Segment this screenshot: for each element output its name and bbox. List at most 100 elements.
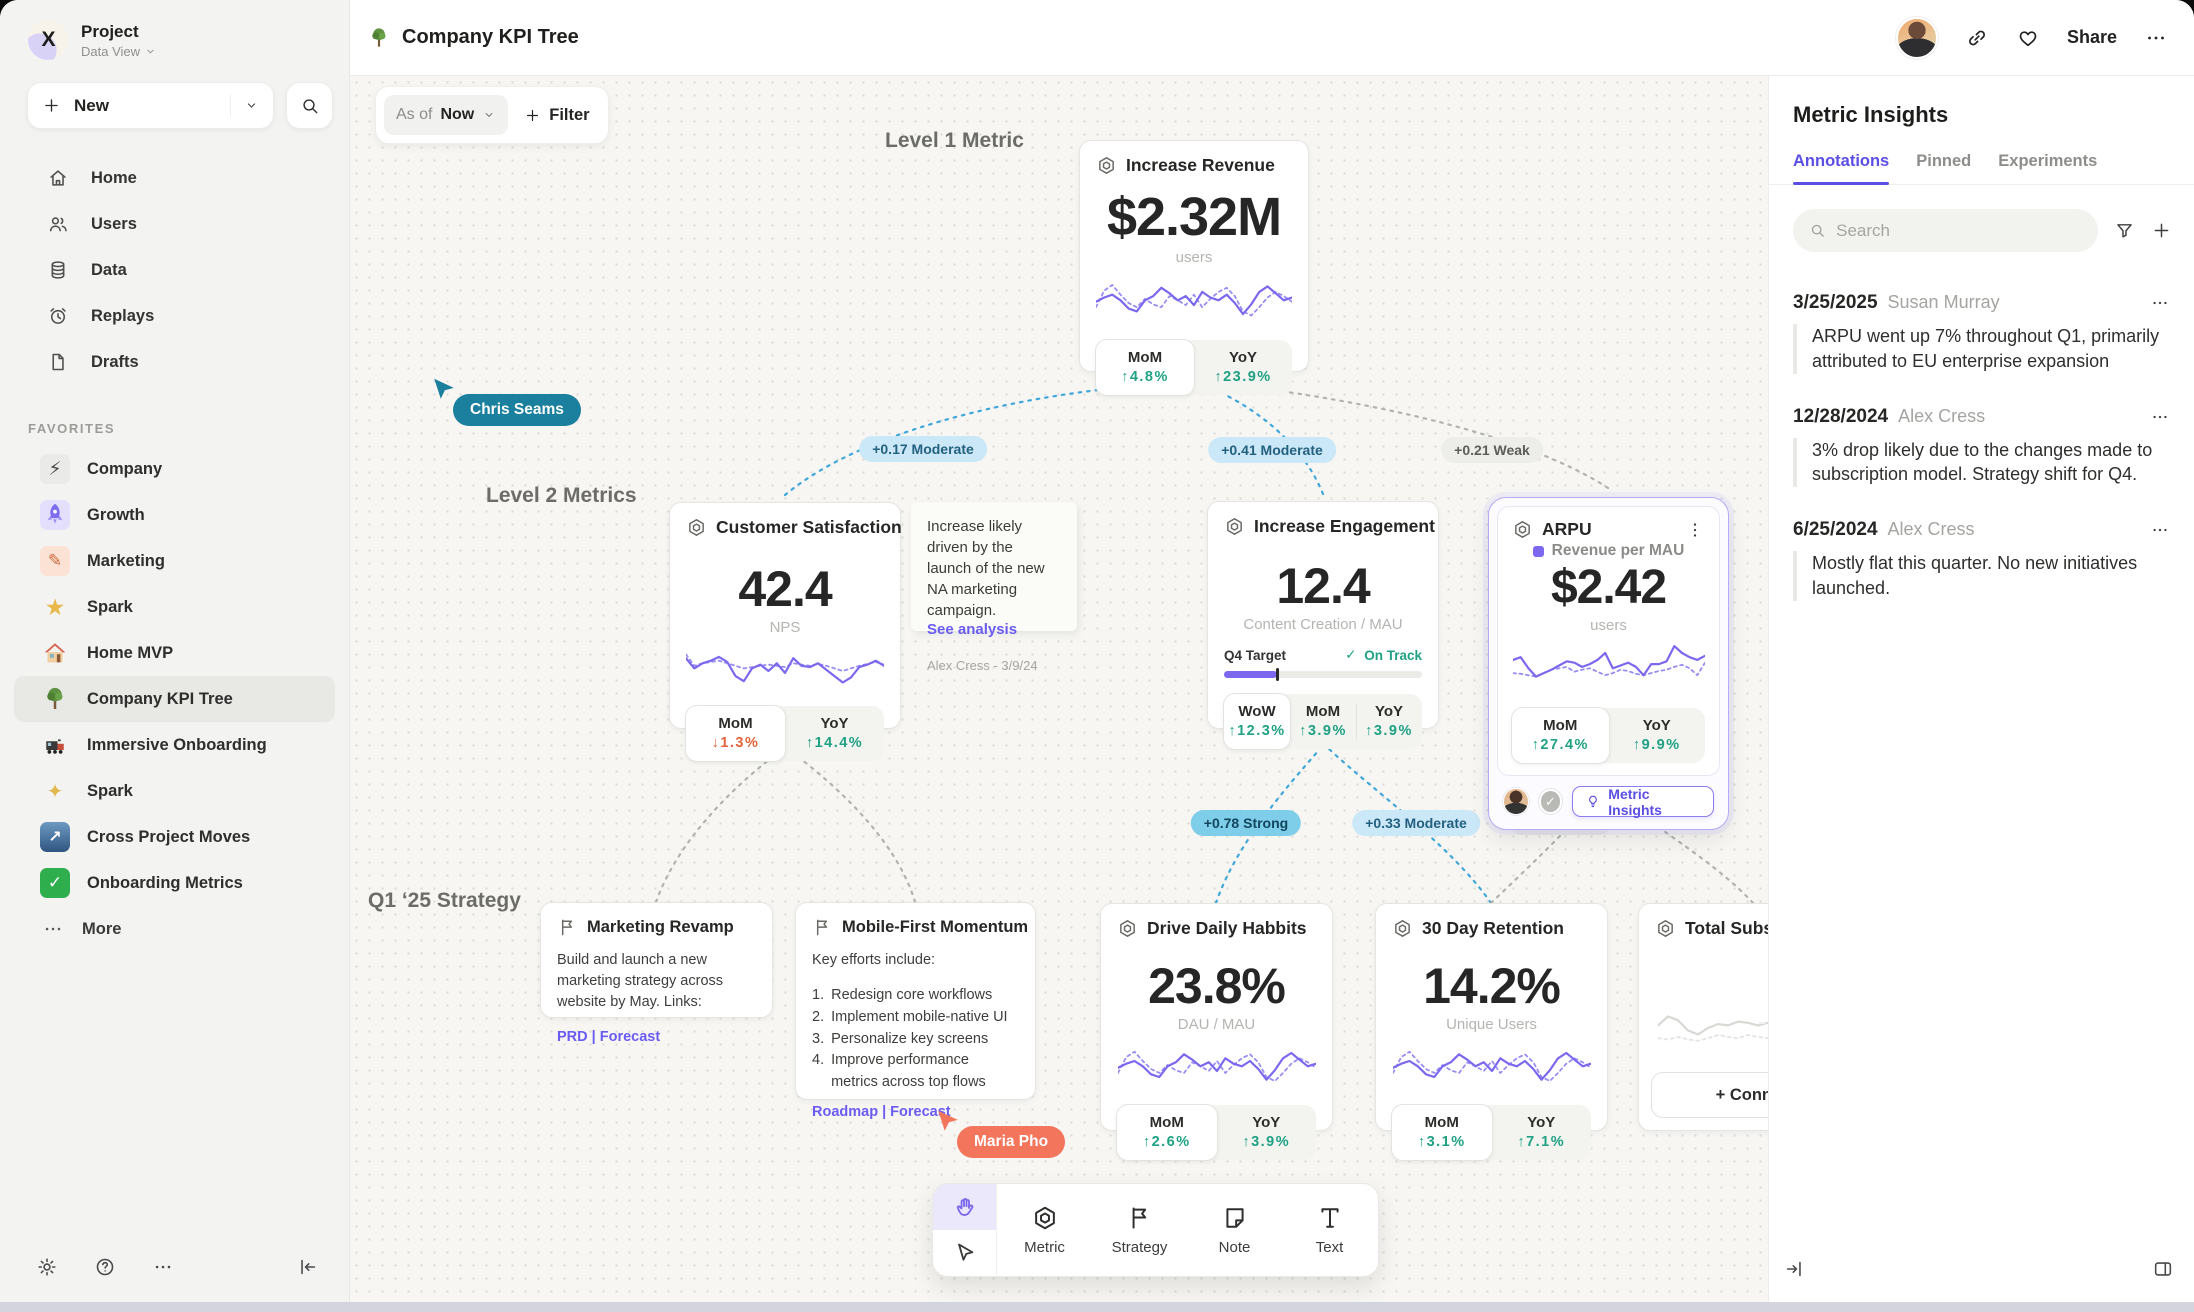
favorite-spark-2[interactable]: ✦ Spark	[14, 768, 335, 814]
select-tool[interactable]	[933, 1230, 996, 1276]
chevron-down-icon	[482, 108, 496, 122]
stat-mom[interactable]: MoM ↑4.8%	[1095, 339, 1195, 396]
stat-yoy[interactable]: YoY ↑23.9%	[1194, 340, 1292, 395]
project-view-switcher[interactable]: Data View	[81, 44, 157, 59]
file-icon	[47, 351, 69, 373]
kpi-tree-canvas[interactable]: Level 1 Metric Level 2 Metrics Q1 ‘25 St…	[350, 76, 1768, 1302]
metric-card-customer-satisfaction[interactable]: Customer Satisfaction 42.4 NPS MoM ↓1.3%…	[669, 502, 901, 729]
workspace-header[interactable]: X Project Data View	[0, 0, 349, 60]
new-button[interactable]: New	[27, 82, 274, 129]
plus-icon	[42, 96, 61, 115]
favorite-onboarding-metrics[interactable]: ✓ Onboarding Metrics	[14, 860, 335, 906]
sidebar-item-users[interactable]: Users	[0, 201, 349, 247]
sparkline	[686, 646, 884, 694]
user-avatar[interactable]	[1896, 17, 1938, 59]
bolt-icon: ⚡	[40, 454, 70, 484]
gear-icon[interactable]	[36, 1256, 58, 1278]
filter-funnel-icon[interactable]	[2114, 220, 2135, 241]
stat-mom[interactable]: MoM ↑27.4%	[1511, 707, 1610, 764]
series-legend: Revenue per MAU	[1512, 542, 1705, 560]
stat-mom[interactable]: MoM ↑2.6%	[1116, 1104, 1218, 1161]
as-of-selector[interactable]: As of Now	[384, 95, 508, 135]
metric-card-30-day-retention[interactable]: 30 Day Retention 14.2% Unique Users MoM …	[1375, 903, 1608, 1131]
favorite-marketing[interactable]: ✎ Marketing	[14, 538, 335, 584]
annotation-menu-icon[interactable]	[2150, 293, 2170, 313]
correlation-badge: +0.17 Moderate	[859, 436, 987, 462]
add-filter-button[interactable]: Filter	[524, 106, 589, 125]
metric-card-arpu-selected[interactable]: ARPU Revenue per MAU $2.42 users MoM ↑27…	[1488, 497, 1729, 830]
metric-card-increase-revenue[interactable]: Increase Revenue $2.32M users MoM ↑4.8% …	[1079, 140, 1309, 372]
metric-unit: DAU / MAU	[1117, 1016, 1316, 1033]
level-1-label: Level 1 Metric	[885, 129, 1024, 153]
stat-mom[interactable]: MoM ↑3.1%	[1391, 1104, 1493, 1161]
stat-wow[interactable]: WoW ↑12.3%	[1223, 693, 1291, 750]
add-annotation-icon[interactable]	[2151, 220, 2172, 241]
favorite-home-mvp[interactable]: Home MVP	[14, 630, 335, 676]
metric-value: 12.4	[1224, 561, 1422, 611]
metric-insights-button[interactable]: Metric Insights	[1572, 786, 1714, 817]
favorite-immersive-onboarding[interactable]: Immersive Onboarding	[14, 722, 335, 768]
strategy-links[interactable]: PRD | Forecast	[557, 1029, 756, 1045]
more-options-icon[interactable]	[2144, 26, 2168, 50]
stat-yoy[interactable]: YoY ↑3.9%	[1217, 1105, 1317, 1160]
collapse-sidebar-icon[interactable]	[297, 1256, 319, 1278]
favorite-cross-project-moves[interactable]: ↗ Cross Project Moves	[14, 814, 335, 860]
annotations-search[interactable]	[1793, 209, 2098, 252]
chevron-down-icon[interactable]	[244, 98, 259, 113]
sidebar-item-replays[interactable]: Replays	[0, 293, 349, 339]
sidebar-item-home[interactable]: Home	[0, 155, 349, 201]
favorite-growth[interactable]: Growth	[14, 492, 335, 538]
stat-yoy[interactable]: YoY ↑9.9%	[1609, 708, 1706, 763]
sidebar: X Project Data View New	[0, 0, 350, 1302]
tool-strategy[interactable]: Strategy	[1092, 1184, 1187, 1276]
tab-experiments[interactable]: Experiments	[1998, 152, 2097, 184]
stat-mom[interactable]: MoM ↓1.3%	[685, 705, 786, 762]
connect-data-button[interactable]: + Connec	[1651, 1072, 1768, 1118]
hand-tool[interactable]	[933, 1184, 996, 1230]
correlation-badge: +0.41 Moderate	[1208, 437, 1336, 463]
stat-mom[interactable]: MoM ↑3.9%	[1290, 694, 1356, 749]
sparkline	[1096, 276, 1292, 328]
metric-card-increase-engagement[interactable]: Increase Engagement 12.4 Content Creatio…	[1207, 501, 1439, 729]
stat-yoy[interactable]: YoY ↑7.1%	[1492, 1105, 1592, 1160]
annotation-menu-icon[interactable]	[2150, 407, 2170, 427]
metric-unit: Unique Users	[1392, 1016, 1591, 1033]
help-icon[interactable]	[94, 1256, 116, 1278]
strategy-card-marketing-revamp[interactable]: Marketing Revamp Build and launch a new …	[540, 902, 773, 1018]
ellipsis-icon[interactable]	[152, 1256, 174, 1278]
share-button[interactable]: Share	[2067, 27, 2117, 48]
favorite-company-kpi-tree[interactable]: Company KPI Tree	[14, 676, 335, 722]
flag-icon	[557, 917, 578, 938]
stat-yoy[interactable]: YoY ↑14.4%	[785, 706, 884, 761]
strategy-links[interactable]: Roadmap | Forecast	[812, 1104, 1019, 1120]
favorite-company[interactable]: ⚡ Company	[14, 446, 335, 492]
tool-metric[interactable]: Metric	[997, 1184, 1092, 1276]
sidebar-footer	[0, 1232, 349, 1302]
toggle-panel-icon[interactable]	[2152, 1258, 2174, 1280]
favorite-heart-icon[interactable]	[2016, 26, 2040, 50]
search-input[interactable]	[1836, 221, 2082, 241]
sidebar-item-drafts[interactable]: Drafts	[0, 339, 349, 385]
favorites-more-button[interactable]: More	[0, 906, 349, 952]
metric-card-drive-daily-habbits[interactable]: Drive Daily Habbits 23.8% DAU / MAU MoM …	[1100, 903, 1333, 1131]
topbar: Company KPI Tree Share	[350, 0, 2194, 76]
tool-note[interactable]: Note	[1187, 1184, 1282, 1276]
desktop-strip	[0, 1302, 2194, 1312]
strategy-card-mobile-first[interactable]: Mobile-First Momentum Key efforts includ…	[795, 902, 1036, 1100]
annotation-menu-icon[interactable]	[2150, 520, 2170, 540]
tab-pinned[interactable]: Pinned	[1916, 152, 1971, 184]
favorite-spark[interactable]: ★ Spark	[14, 584, 335, 630]
canvas-note[interactable]: Increase likely driven by the launch of …	[911, 502, 1077, 631]
sidebar-search-button[interactable]	[286, 82, 333, 129]
tree-icon	[40, 684, 70, 714]
collapse-panel-icon[interactable]	[1783, 1258, 1805, 1280]
stat-yoy[interactable]: YoY ↑3.9%	[1356, 694, 1422, 749]
tab-annotations[interactable]: Annotations	[1793, 152, 1889, 184]
metric-value: $2.32M	[1096, 190, 1292, 244]
copy-link-icon[interactable]	[1965, 26, 1989, 50]
see-analysis-link[interactable]: See analysis	[927, 621, 1061, 638]
card-menu-icon[interactable]	[1685, 520, 1705, 540]
metric-card-total-subscriptions[interactable]: Total Subscript + Connec	[1638, 903, 1768, 1131]
tool-text[interactable]: Text	[1282, 1184, 1377, 1276]
sidebar-item-data[interactable]: Data	[0, 247, 349, 293]
